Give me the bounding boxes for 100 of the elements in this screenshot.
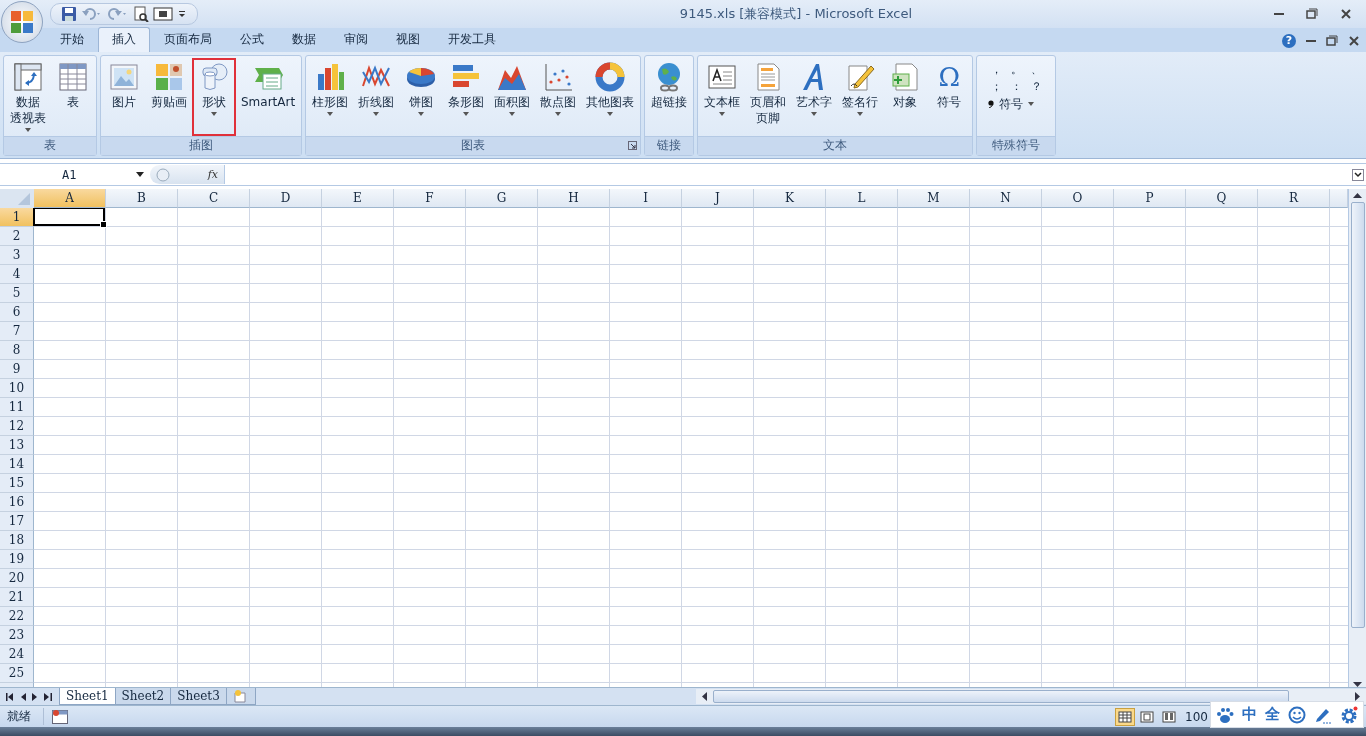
symbol-button[interactable]: 。 bbox=[1006, 61, 1027, 77]
symbol-button[interactable]: ？ bbox=[1026, 78, 1047, 94]
vertical-scrollbar[interactable] bbox=[1348, 189, 1366, 688]
row-header[interactable]: 13 bbox=[0, 436, 34, 456]
ribbon-button[interactable]: 折线图 bbox=[353, 57, 400, 136]
row-header[interactable]: 15 bbox=[0, 474, 34, 494]
ribbon-tab[interactable]: 开发工具 bbox=[434, 26, 510, 52]
ribbon-button[interactable]: 饼图 bbox=[399, 57, 444, 136]
column-header[interactable]: M bbox=[898, 189, 970, 209]
row-header[interactable]: 23 bbox=[0, 626, 34, 646]
symbol-button[interactable]: ， bbox=[986, 61, 1007, 77]
column-header[interactable]: E bbox=[322, 189, 394, 209]
row-header[interactable]: 11 bbox=[0, 398, 34, 418]
column-header[interactable]: B bbox=[106, 189, 178, 209]
column-header[interactable]: Q bbox=[1186, 189, 1258, 209]
sheet-tab[interactable]: Sheet2 bbox=[114, 688, 172, 706]
view-button[interactable] bbox=[1115, 707, 1136, 726]
row-header[interactable]: 4 bbox=[0, 265, 34, 285]
ribbon-button[interactable]: 面积图 bbox=[489, 57, 536, 136]
ribbon-tab[interactable]: 视图 bbox=[382, 26, 434, 52]
column-header[interactable]: R bbox=[1258, 189, 1330, 209]
scroll-thumb[interactable] bbox=[1350, 202, 1365, 629]
ribbon-button[interactable]: 形状 bbox=[192, 57, 236, 136]
symbol-button[interactable]: 、 bbox=[1026, 61, 1047, 77]
row-header[interactable]: 8 bbox=[0, 341, 34, 361]
column-header[interactable]: J bbox=[682, 189, 754, 209]
row-header[interactable]: 18 bbox=[0, 531, 34, 551]
name-box[interactable]: A1 bbox=[0, 165, 150, 185]
insert-sheet-tab[interactable] bbox=[225, 688, 256, 706]
scroll-thumb[interactable] bbox=[712, 690, 1289, 704]
row-header[interactable]: 24 bbox=[0, 645, 34, 665]
row-header[interactable]: 1 bbox=[0, 208, 34, 228]
ribbon-button[interactable]: 超链接 bbox=[646, 57, 693, 136]
ribbon-button[interactable]: 签名行 bbox=[837, 57, 884, 136]
cell-area[interactable] bbox=[34, 208, 1348, 688]
row-header[interactable]: 5 bbox=[0, 284, 34, 304]
horizontal-scrollbar[interactable] bbox=[695, 689, 1366, 705]
ribbon-tab[interactable]: 审阅 bbox=[330, 26, 382, 52]
zoom-level[interactable]: 100 bbox=[1185, 709, 1208, 724]
row-header[interactable]: 6 bbox=[0, 303, 34, 323]
ribbon-button[interactable]: 其他图表 bbox=[581, 57, 640, 136]
row-header[interactable]: 10 bbox=[0, 379, 34, 399]
row-header[interactable]: 2 bbox=[0, 227, 34, 247]
row-header[interactable]: 3 bbox=[0, 246, 34, 266]
symbol-dropdown-button[interactable]: 符号 bbox=[986, 95, 1047, 113]
row-header[interactable]: 16 bbox=[0, 493, 34, 513]
row-header[interactable]: 19 bbox=[0, 550, 34, 570]
row-header[interactable]: 17 bbox=[0, 512, 34, 532]
ribbon-button[interactable]: 艺术字 bbox=[791, 57, 838, 136]
ribbon-tab[interactable]: 插入 bbox=[98, 26, 150, 52]
row-header[interactable]: 25 bbox=[0, 664, 34, 684]
ribbon-button[interactable]: 文本框 bbox=[699, 57, 746, 136]
column-header[interactable]: P bbox=[1114, 189, 1186, 209]
row-header[interactable]: 12 bbox=[0, 417, 34, 437]
ribbon-tab[interactable]: 页面布局 bbox=[150, 26, 226, 52]
help-button[interactable]: ? bbox=[1282, 33, 1296, 48]
ribbon-button[interactable]: 表 bbox=[51, 57, 95, 136]
row-header[interactable]: 20 bbox=[0, 569, 34, 589]
column-header[interactable]: G bbox=[466, 189, 538, 209]
column-header[interactable]: I bbox=[610, 189, 682, 209]
column-header[interactable]: H bbox=[538, 189, 610, 209]
symbol-button[interactable]: ： bbox=[1006, 78, 1027, 94]
ribbon-button[interactable]: 柱形图 bbox=[307, 57, 354, 136]
column-header[interactable]: N bbox=[970, 189, 1042, 209]
fill-handle[interactable] bbox=[100, 221, 107, 229]
row-header[interactable]: 7 bbox=[0, 322, 34, 342]
ribbon-button[interactable]: 散点图 bbox=[535, 57, 582, 136]
ribbon-button[interactable]: 数据 透视表 bbox=[5, 57, 51, 136]
column-header[interactable]: A bbox=[34, 189, 106, 209]
ribbon-button[interactable]: Ω 符号 bbox=[927, 57, 972, 136]
ime-toggle-button[interactable]: 全 bbox=[1265, 705, 1280, 724]
ribbon-button[interactable]: 页眉和 页脚 bbox=[745, 57, 792, 136]
symbol-button[interactable]: ； bbox=[986, 78, 1007, 94]
ribbon-tab[interactable]: 公式 bbox=[226, 26, 278, 52]
column-header[interactable]: L bbox=[826, 189, 898, 209]
dropdown-arrow-icon bbox=[327, 111, 334, 116]
ribbon-button[interactable]: 对象 bbox=[883, 57, 928, 136]
row-header[interactable]: 9 bbox=[0, 360, 34, 380]
ribbon-button[interactable]: 剪贴画 bbox=[146, 57, 192, 136]
sheet-tab[interactable]: Sheet3 bbox=[170, 688, 227, 706]
column-header[interactable]: D bbox=[250, 189, 322, 209]
embedded-object-icon bbox=[890, 61, 921, 92]
ribbon-button[interactable]: 条形图 bbox=[443, 57, 490, 136]
column-header[interactable]: K bbox=[754, 189, 826, 209]
ribbon-tab[interactable]: 数据 bbox=[278, 26, 330, 52]
active-cell[interactable] bbox=[33, 208, 105, 227]
column-header[interactable]: C bbox=[178, 189, 250, 209]
ribbon-button[interactable]: SmartArt bbox=[236, 57, 301, 136]
sheet-tab[interactable]: Sheet1 bbox=[59, 688, 116, 706]
row-header[interactable]: 14 bbox=[0, 455, 34, 475]
row-header[interactable]: 22 bbox=[0, 607, 34, 627]
ime-toggle-button[interactable]: 中 bbox=[1242, 705, 1257, 724]
ribbon-button[interactable]: 图片 bbox=[102, 57, 146, 136]
omega-icon: Ω bbox=[938, 61, 960, 92]
column-header[interactable] bbox=[1330, 189, 1348, 209]
insert-function-button[interactable]: fx bbox=[207, 168, 218, 182]
column-header[interactable]: O bbox=[1042, 189, 1114, 209]
ribbon-tab[interactable]: 开始 bbox=[46, 26, 98, 52]
column-header[interactable]: F bbox=[394, 189, 466, 209]
row-header[interactable]: 21 bbox=[0, 588, 34, 608]
